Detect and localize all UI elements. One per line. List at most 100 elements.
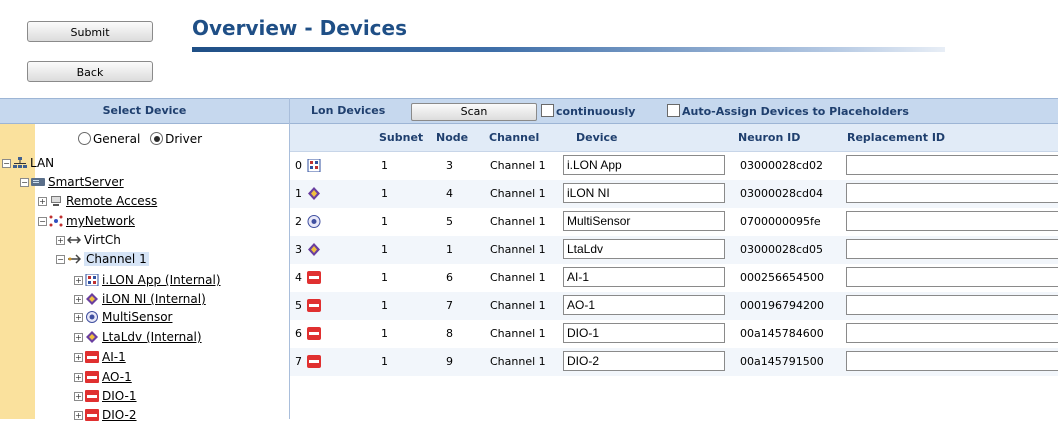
tree-label-smartserver[interactable]: SmartServer (48, 175, 124, 189)
table-row[interactable]: 4 1 6 Channel 1 000256654500 (290, 264, 1058, 292)
driver-radio[interactable]: Driver (150, 132, 202, 146)
replacement-id-input[interactable] (846, 239, 1058, 259)
row-channel: Channel 1 (490, 327, 546, 340)
expand-toggle-icon[interactable]: + (74, 392, 83, 401)
app-icon (85, 274, 99, 286)
tree-label-lan[interactable]: LAN (30, 156, 54, 170)
expand-toggle-icon[interactable]: + (74, 276, 83, 285)
table-row[interactable]: 3 1 1 Channel 1 03000028cd05 (290, 236, 1058, 264)
tree-label-mynetwork[interactable]: myNetwork (66, 214, 135, 228)
tree-node-virtch[interactable]: + VirtCh (56, 233, 121, 247)
radio-driver-icon[interactable] (150, 132, 164, 145)
device-name-input[interactable] (563, 239, 725, 259)
table-row[interactable]: 2 1 5 Channel 1 0700000095fe (290, 208, 1058, 236)
tree-label-device[interactable]: i.LON App (Internal) (102, 273, 221, 287)
row-index: 3 (295, 243, 302, 256)
expand-toggle-icon[interactable]: + (74, 313, 83, 322)
tree-label-device[interactable]: iLON NI (Internal) (102, 292, 206, 306)
expand-toggle-icon[interactable]: + (38, 197, 47, 206)
device-name-input[interactable] (563, 323, 725, 343)
red-block-icon (307, 327, 321, 340)
row-subnet: 1 (381, 187, 388, 200)
row-subnet: 1 (381, 299, 388, 312)
tree-label-virtch[interactable]: VirtCh (84, 233, 121, 247)
general-radio[interactable]: General (78, 132, 140, 146)
tree-node-device[interactable]: + DIO-2 (74, 408, 137, 422)
collapse-toggle-icon[interactable]: − (20, 178, 29, 187)
column-replacement-id: Replacement ID (847, 131, 946, 144)
collapse-toggle-icon[interactable]: − (2, 159, 11, 168)
tree-node-remote-access[interactable]: + Remote Access (38, 194, 157, 208)
red-block-icon (307, 355, 321, 368)
tree-label-device[interactable]: DIO-1 (102, 389, 137, 403)
tree-node-device[interactable]: + AO-1 (74, 370, 132, 384)
app-icon (307, 159, 321, 172)
network-icon (49, 215, 63, 227)
row-channel: Channel 1 (490, 271, 546, 284)
tree-label-device[interactable]: AO-1 (102, 370, 132, 384)
tree-label-device[interactable]: MultiSensor (102, 310, 172, 324)
expand-toggle-icon[interactable]: + (74, 295, 83, 304)
row-index: 4 (295, 271, 302, 284)
row-index: 2 (295, 215, 302, 228)
general-radio-label[interactable]: General (93, 132, 140, 146)
tree-label-device[interactable]: LtaLdv (Internal) (102, 330, 202, 344)
table-row[interactable]: 6 1 8 Channel 1 00a145784600 (290, 320, 1058, 348)
scan-button[interactable]: Scan (411, 103, 537, 121)
row-node: 1 (446, 243, 453, 256)
collapse-toggle-icon[interactable]: − (38, 217, 47, 226)
red-block-icon (307, 271, 321, 284)
table-row[interactable]: 0 1 3 Channel 1 03000028cd02 (290, 152, 1058, 180)
device-name-input[interactable] (563, 295, 725, 315)
tree-label-device[interactable]: AI-1 (102, 350, 126, 364)
tree-node-device[interactable]: + LtaLdv (Internal) (74, 330, 202, 344)
auto-assign-label[interactable]: Auto-Assign Devices to Placeholders (682, 105, 909, 118)
device-name-input[interactable] (563, 267, 725, 287)
back-button[interactable]: Back (27, 61, 153, 82)
replacement-id-input[interactable] (846, 295, 1058, 315)
row-channel: Channel 1 (490, 187, 546, 200)
tree-label-device[interactable]: DIO-2 (102, 408, 137, 422)
continuously-checkbox[interactable] (541, 104, 554, 117)
submit-button[interactable]: Submit (27, 21, 153, 42)
expand-toggle-icon[interactable]: + (74, 333, 83, 342)
replacement-id-input[interactable] (846, 323, 1058, 343)
expand-toggle-icon[interactable]: + (74, 373, 83, 382)
replacement-id-input[interactable] (846, 155, 1058, 175)
page-header: Submit Back Overview - Devices (0, 0, 1058, 94)
tree-node-device[interactable]: + i.LON App (Internal) (74, 273, 221, 287)
table-row[interactable]: 5 1 7 Channel 1 000196794200 (290, 292, 1058, 320)
tree-node-smartserver[interactable]: − SmartServer (20, 175, 124, 189)
tree-node-lan[interactable]: − LAN (2, 156, 54, 170)
tree-node-channel-1[interactable]: − Channel 1 (56, 252, 149, 266)
expand-toggle-icon[interactable]: + (74, 353, 83, 362)
row-channel: Channel 1 (490, 299, 546, 312)
replacement-id-input[interactable] (846, 211, 1058, 231)
tree-node-device[interactable]: + MultiSensor (74, 310, 172, 324)
radio-general-icon[interactable] (78, 132, 91, 145)
auto-assign-checkbox[interactable] (667, 104, 680, 117)
tree-label-remote-access[interactable]: Remote Access (66, 194, 157, 208)
tree-label-channel-1[interactable]: Channel 1 (84, 252, 149, 266)
replacement-id-input[interactable] (846, 183, 1058, 203)
tree-node-device[interactable]: + iLON NI (Internal) (74, 292, 206, 306)
driver-radio-label[interactable]: Driver (165, 132, 202, 146)
collapse-toggle-icon[interactable]: − (56, 255, 65, 264)
device-name-input[interactable] (563, 183, 725, 203)
expand-toggle-icon[interactable]: + (56, 236, 65, 245)
table-row[interactable]: 7 1 9 Channel 1 00a145791500 (290, 348, 1058, 376)
tree-node-mynetwork[interactable]: − myNetwork (38, 214, 135, 228)
tree-node-device[interactable]: + DIO-1 (74, 389, 137, 403)
continuously-label[interactable]: continuously (556, 105, 635, 118)
continuously-option[interactable]: continuously (541, 104, 635, 118)
device-name-input[interactable] (563, 351, 725, 371)
tree-node-device[interactable]: + AI-1 (74, 350, 126, 364)
device-tree-panel: Select Device General Driver − LAN − Smart… (0, 98, 289, 422)
table-row[interactable]: 1 1 4 Channel 1 03000028cd04 (290, 180, 1058, 208)
replacement-id-input[interactable] (846, 351, 1058, 371)
row-neuron-id: 000196794200 (740, 299, 824, 312)
auto-assign-option[interactable]: Auto-Assign Devices to Placeholders (667, 104, 909, 118)
replacement-id-input[interactable] (846, 267, 1058, 287)
device-name-input[interactable] (563, 155, 725, 175)
device-name-input[interactable] (563, 211, 725, 231)
